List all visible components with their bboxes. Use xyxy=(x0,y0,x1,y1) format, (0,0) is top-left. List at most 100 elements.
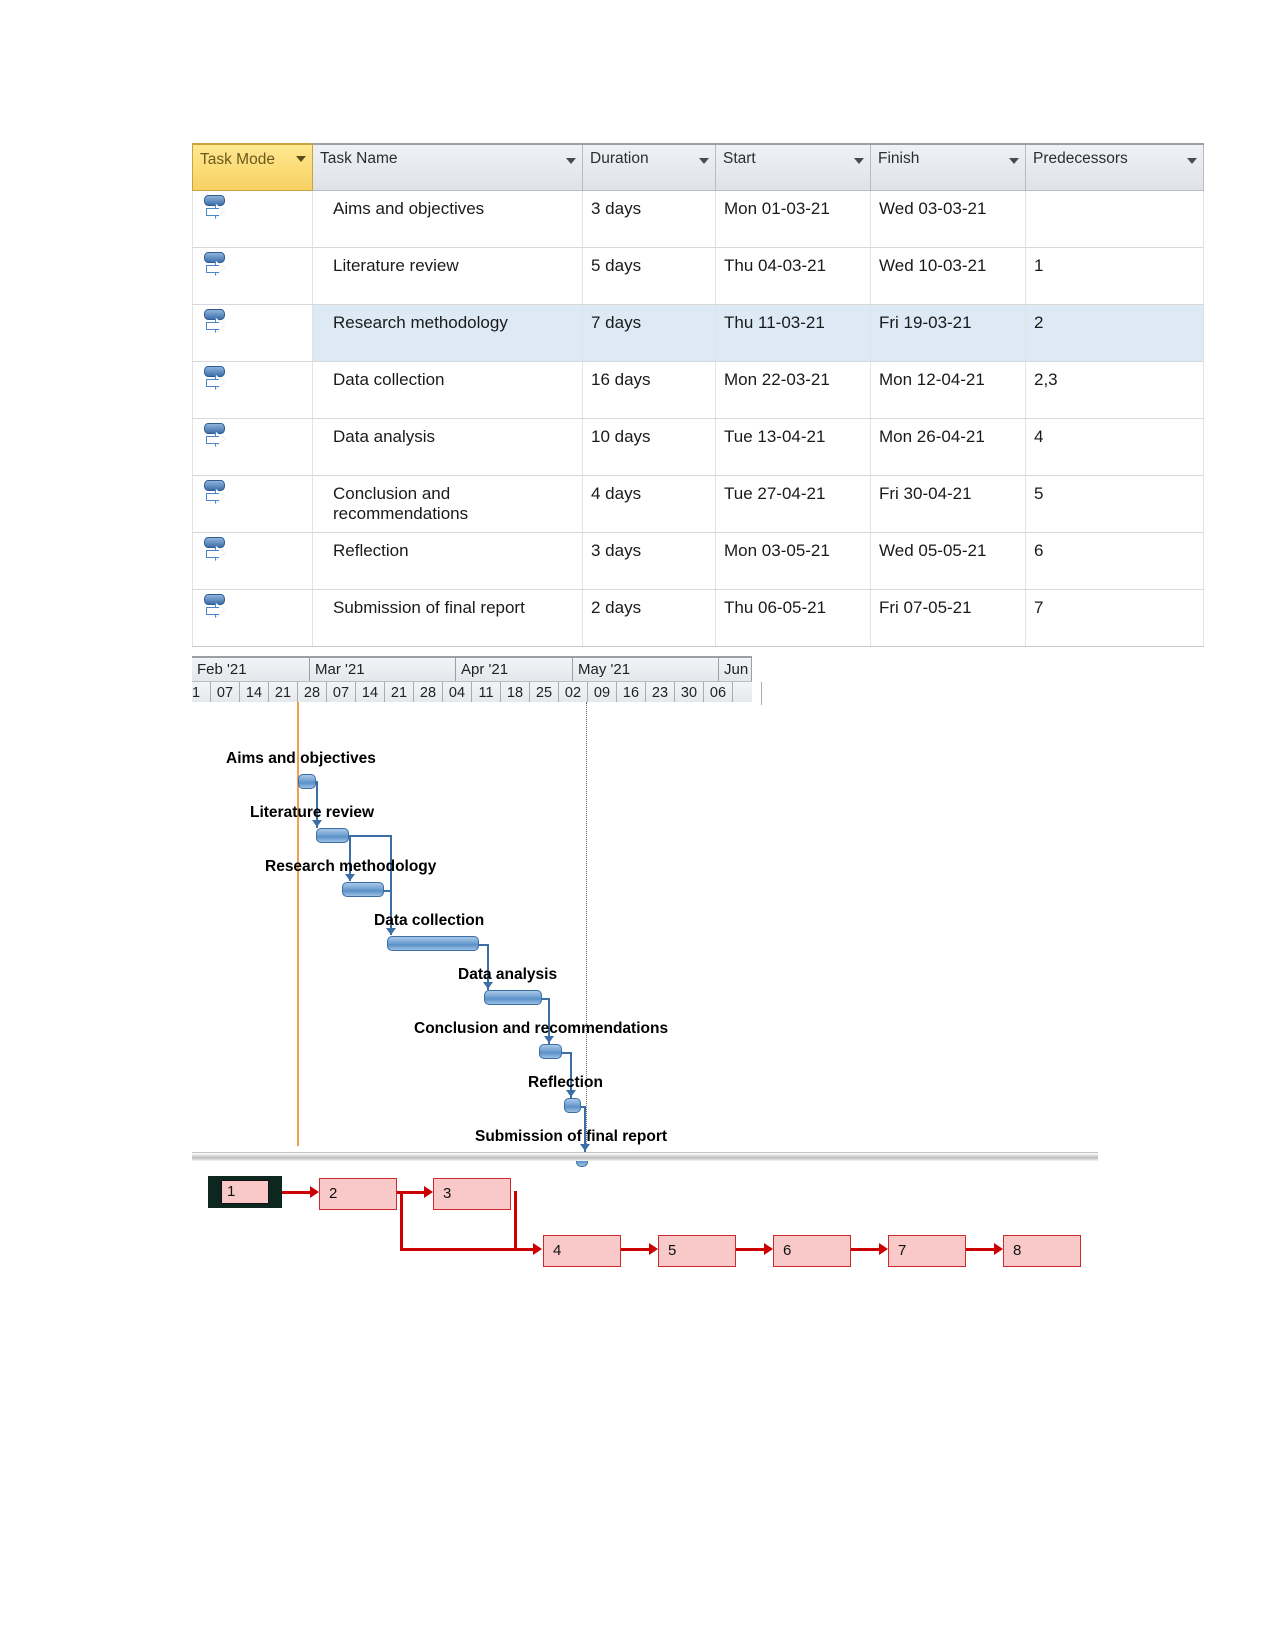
pane-divider[interactable] xyxy=(192,1152,1098,1161)
network-node[interactable]: 6 xyxy=(773,1235,851,1267)
column-header-finish[interactable]: Finish xyxy=(870,143,1026,191)
gantt-bar[interactable] xyxy=(298,774,316,789)
column-header-start[interactable]: Start xyxy=(715,143,871,191)
cell-predecessors[interactable]: 6 xyxy=(1025,532,1204,590)
network-diagram[interactable]: 1 2 34 5 6 7 8 xyxy=(192,1165,1098,1285)
cell-task-name[interactable]: Aims and objectives xyxy=(312,190,583,248)
network-node[interactable]: 5 xyxy=(658,1235,736,1267)
chevron-down-icon[interactable] xyxy=(296,156,306,162)
cell-task-mode[interactable] xyxy=(192,304,313,362)
cell-task-name[interactable]: Reflection xyxy=(312,532,583,590)
column-header-task-name[interactable]: Task Name xyxy=(312,143,583,191)
cell-task-mode[interactable] xyxy=(192,589,313,647)
table-row[interactable]: Data collection 16 days Mon 22-03-21 Mon 12… xyxy=(192,361,1204,419)
link-line xyxy=(349,835,391,837)
gantt-month-row: Feb '21Mar '21Apr '21May '21Jun '21 xyxy=(192,658,752,682)
network-node[interactable]: 3 xyxy=(433,1178,511,1210)
cell-finish[interactable]: Wed 05-05-21 xyxy=(870,532,1026,590)
cell-predecessors[interactable]: 1 xyxy=(1025,247,1204,305)
gantt-bar[interactable] xyxy=(564,1098,581,1113)
cell-duration[interactable]: 5 days xyxy=(582,247,716,305)
auto-schedule-icon xyxy=(203,480,227,506)
cell-task-mode[interactable] xyxy=(192,418,313,476)
cell-duration[interactable]: 3 days xyxy=(582,532,716,590)
network-node[interactable]: 7 xyxy=(888,1235,966,1267)
cell-duration[interactable]: 4 days xyxy=(582,475,716,533)
cell-start[interactable]: Thu 06-05-21 xyxy=(715,589,871,647)
network-node[interactable]: 1 xyxy=(208,1176,282,1208)
cell-predecessors[interactable]: 7 xyxy=(1025,589,1204,647)
table-header-row: Task Mode Task Name Duration Start Finis… xyxy=(192,143,1204,191)
gantt-bar[interactable] xyxy=(316,828,349,843)
cell-duration[interactable]: 10 days xyxy=(582,418,716,476)
table-row[interactable]: Aims and objectives 3 days Mon 01-03-21 Wed… xyxy=(192,190,1204,248)
gantt-bar[interactable] xyxy=(484,990,542,1005)
table-row[interactable]: Conclusion and recommendations 4 days Tue … xyxy=(192,475,1204,533)
column-header-predecessors[interactable]: Predecessors xyxy=(1025,143,1204,191)
task-table[interactable]: Task Mode Task Name Duration Start Finis… xyxy=(192,143,1204,647)
cell-finish[interactable]: Fri 07-05-21 xyxy=(870,589,1026,647)
network-node[interactable]: 8 xyxy=(1003,1235,1081,1267)
table-row[interactable]: Research methodology 7 days Thu 11-03-21 Fr… xyxy=(192,304,1204,362)
cell-task-name[interactable]: Data analysis xyxy=(312,418,583,476)
auto-schedule-icon xyxy=(203,537,227,563)
gantt-bar[interactable] xyxy=(539,1044,562,1059)
cell-task-name[interactable]: Research methodology xyxy=(312,304,583,362)
network-arrow-icon xyxy=(649,1243,658,1255)
cell-duration[interactable]: 7 days xyxy=(582,304,716,362)
gantt-bar[interactable] xyxy=(342,882,384,897)
chevron-down-icon[interactable] xyxy=(1009,158,1019,164)
cell-finish[interactable]: Fri 19-03-21 xyxy=(870,304,1026,362)
cell-task-name[interactable]: Submission of final report xyxy=(312,589,583,647)
cell-start[interactable]: Thu 11-03-21 xyxy=(715,304,871,362)
cell-finish[interactable]: Fri 30-04-21 xyxy=(870,475,1026,533)
column-header-task-mode[interactable]: Task Mode xyxy=(192,143,313,191)
cell-start[interactable]: Tue 13-04-21 xyxy=(715,418,871,476)
network-node[interactable]: 4 xyxy=(543,1235,621,1267)
cell-predecessors[interactable]: 2,3 xyxy=(1025,361,1204,419)
gantt-plot-area[interactable]: Aims and objectives Literature review Rese… xyxy=(192,702,752,1167)
table-row[interactable]: Submission of final report 2 days Thu 06-0… xyxy=(192,589,1204,647)
cell-start[interactable]: Mon 01-03-21 xyxy=(715,190,871,248)
cell-duration[interactable]: 2 days xyxy=(582,589,716,647)
table-row[interactable]: Reflection 3 days Mon 03-05-21 Wed 05-05-21… xyxy=(192,532,1204,590)
cell-finish[interactable]: Wed 03-03-21 xyxy=(870,190,1026,248)
cell-task-mode[interactable] xyxy=(192,532,313,590)
cell-task-mode[interactable] xyxy=(192,247,313,305)
column-header-task-mode-label: Task Mode xyxy=(200,151,275,168)
network-node[interactable]: 2 xyxy=(319,1178,397,1210)
network-arrow-icon xyxy=(879,1243,888,1255)
column-header-duration[interactable]: Duration xyxy=(582,143,716,191)
cell-task-name[interactable]: Data collection xyxy=(312,361,583,419)
cell-start[interactable]: Mon 22-03-21 xyxy=(715,361,871,419)
cell-finish[interactable]: Wed 10-03-21 xyxy=(870,247,1026,305)
cell-start[interactable]: Tue 27-04-21 xyxy=(715,475,871,533)
gantt-bar[interactable] xyxy=(387,936,479,951)
cell-duration[interactable]: 16 days xyxy=(582,361,716,419)
network-link xyxy=(514,1191,517,1251)
table-row[interactable]: Literature review 5 days Thu 04-03-21 Wed 1… xyxy=(192,247,1204,305)
cell-task-name[interactable]: Conclusion and recommendations xyxy=(312,475,583,533)
cell-duration[interactable]: 3 days xyxy=(582,190,716,248)
cell-finish[interactable]: Mon 12-04-21 xyxy=(870,361,1026,419)
cell-start[interactable]: Thu 04-03-21 xyxy=(715,247,871,305)
cell-start[interactable]: Mon 03-05-21 xyxy=(715,532,871,590)
gantt-timescale-header: Feb '21Mar '21Apr '21May '21Jun '21 1071… xyxy=(192,656,762,706)
gantt-chart[interactable]: Feb '21Mar '21Apr '21May '21Jun '21 1071… xyxy=(192,656,762,1167)
cell-predecessors[interactable]: 2 xyxy=(1025,304,1204,362)
chevron-down-icon[interactable] xyxy=(699,158,709,164)
table-row[interactable]: Data analysis 10 days Tue 13-04-21 Mon 26-0… xyxy=(192,418,1204,476)
cell-task-name[interactable]: Literature review xyxy=(312,247,583,305)
cell-predecessors[interactable]: 4 xyxy=(1025,418,1204,476)
cell-task-mode[interactable] xyxy=(192,190,313,248)
chevron-down-icon[interactable] xyxy=(566,158,576,164)
cell-task-mode[interactable] xyxy=(192,361,313,419)
chevron-down-icon[interactable] xyxy=(854,158,864,164)
cell-finish[interactable]: Mon 26-04-21 xyxy=(870,418,1026,476)
chevron-down-icon[interactable] xyxy=(1187,158,1197,164)
cell-predecessors[interactable]: 5 xyxy=(1025,475,1204,533)
gantt-bar-label: Literature review xyxy=(250,804,375,821)
cell-task-mode[interactable] xyxy=(192,475,313,533)
cell-predecessors[interactable] xyxy=(1025,190,1204,248)
table-body: Aims and objectives 3 days Mon 01-03-21 Wed… xyxy=(192,190,1204,647)
